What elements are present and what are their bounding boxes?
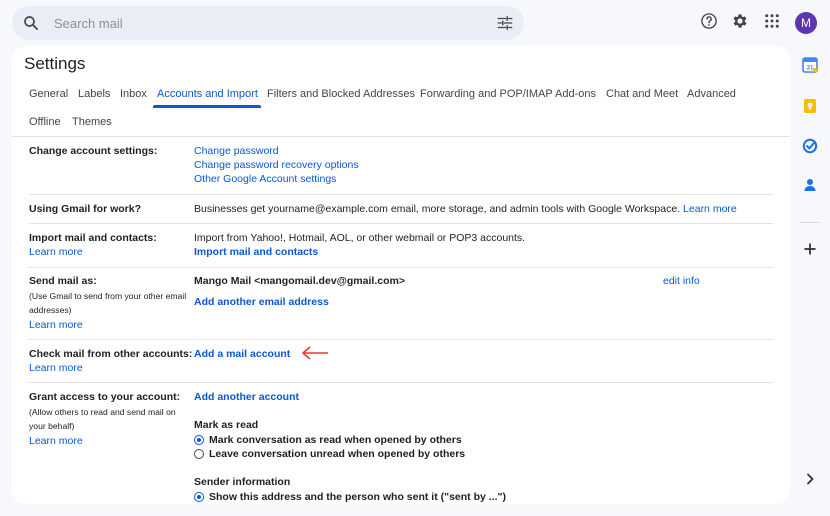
settings-panel: Settings General Labels Inbox Accounts a… — [12, 46, 790, 504]
mark-as-read-heading: Mark as read — [194, 419, 259, 431]
row-divider — [29, 339, 773, 340]
radio-selected[interactable] — [194, 435, 204, 445]
arrow-left-icon — [300, 345, 330, 366]
search-icon[interactable] — [22, 14, 40, 37]
row-divider — [29, 223, 773, 224]
mark-read-option[interactable]: Mark conversation as read when opened by… — [194, 433, 462, 447]
mark-read-option-label: Mark conversation as read when opened by… — [209, 434, 462, 446]
tab-add-ons[interactable]: Add-ons — [555, 88, 596, 100]
search-options-icon[interactable] — [496, 14, 514, 37]
send-as-learn-more-link[interactable]: Learn more — [29, 319, 83, 331]
add-mail-account-link[interactable]: Add a mail account — [194, 348, 290, 360]
leave-unread-option-label: Leave conversation unread when opened by… — [209, 448, 466, 460]
row-divider — [29, 382, 773, 383]
check-mail-label: Check mail from other accounts: — [29, 348, 193, 360]
send-as-note-line1: (Use Gmail to send from your other email — [29, 291, 187, 301]
tab-offline[interactable]: Offline — [29, 116, 61, 128]
tab-labels[interactable]: Labels — [78, 88, 110, 100]
send-as-label: Send mail as: — [29, 275, 97, 287]
row-divider — [29, 267, 773, 268]
tab-forwarding[interactable]: Forwarding and POP/IMAP — [420, 88, 553, 100]
work-text: Businesses get yourname@example.com emai… — [194, 203, 737, 215]
import-label: Import mail and contacts: — [29, 232, 157, 244]
edit-info-link[interactable]: edit info — [663, 275, 700, 287]
change-account-label: Change account settings: — [29, 145, 158, 157]
search-bar[interactable] — [12, 6, 524, 40]
contacts-icon[interactable] — [802, 177, 818, 198]
grant-note-line1: (Allow others to read and send mail on — [29, 407, 176, 417]
import-learn-more-link[interactable]: Learn more — [29, 246, 83, 258]
add-email-address-link[interactable]: Add another email address — [194, 296, 329, 308]
change-password-link[interactable]: Change password — [194, 145, 279, 157]
row-divider — [29, 194, 773, 195]
work-learn-more-link[interactable]: Learn more — [683, 203, 737, 215]
help-icon[interactable] — [700, 12, 718, 35]
tab-themes[interactable]: Themes — [72, 116, 112, 128]
tab-general[interactable]: General — [29, 88, 68, 100]
grant-note-line2: your behalf) — [29, 421, 75, 431]
calendar-day: 31 — [807, 66, 814, 72]
google-account-settings-link[interactable]: Other Google Account settings — [194, 173, 336, 185]
tab-accounts-and-import[interactable]: Accounts and Import — [157, 88, 258, 100]
tab-filters[interactable]: Filters and Blocked Addresses — [267, 88, 415, 100]
tab-chat-and-meet[interactable]: Chat and Meet — [606, 88, 678, 100]
tab-inbox[interactable]: Inbox — [120, 88, 147, 100]
keep-icon[interactable] — [802, 98, 818, 119]
work-label: Using Gmail for work? — [29, 203, 142, 215]
radio-selected[interactable] — [194, 492, 204, 502]
active-tab-indicator — [153, 105, 261, 108]
chevron-right-icon[interactable] — [802, 471, 818, 492]
page-title: Settings — [24, 54, 86, 73]
show-address-option[interactable]: Show this address and the person who sen… — [194, 490, 506, 504]
add-another-account-link[interactable]: Add another account — [194, 391, 299, 403]
import-description: Import from Yahoo!, Hotmail, AOL, or oth… — [194, 232, 526, 244]
calendar-icon[interactable]: 31 — [802, 57, 818, 78]
plus-icon[interactable] — [802, 241, 818, 262]
settings-gear-icon[interactable] — [731, 12, 749, 35]
tasks-icon[interactable] — [802, 138, 818, 159]
tab-advanced[interactable]: Advanced — [687, 88, 736, 100]
grant-access-label: Grant access to your account: — [29, 391, 181, 403]
show-address-option-label: Show this address and the person who sen… — [209, 491, 506, 503]
avatar[interactable]: M — [795, 12, 817, 34]
send-as-account: Mango Mail <mangomail.dev@gmail.com> — [194, 275, 405, 287]
send-as-note-line2: addresses) — [29, 305, 72, 315]
apps-grid-icon[interactable] — [763, 12, 781, 35]
work-description: Businesses get yourname@example.com emai… — [194, 203, 681, 215]
side-panel-divider — [800, 222, 820, 223]
check-mail-learn-more-link[interactable]: Learn more — [29, 362, 83, 374]
sender-info-heading: Sender information — [194, 476, 291, 488]
leave-unread-option[interactable]: Leave conversation unread when opened by… — [194, 447, 465, 461]
grant-learn-more-link[interactable]: Learn more — [29, 435, 83, 447]
import-mail-contacts-link[interactable]: Import mail and contacts — [194, 246, 318, 258]
change-recovery-link[interactable]: Change password recovery options — [194, 159, 359, 171]
tabs-divider — [12, 136, 790, 137]
search-input[interactable] — [54, 12, 474, 34]
radio-unselected[interactable] — [194, 449, 204, 459]
